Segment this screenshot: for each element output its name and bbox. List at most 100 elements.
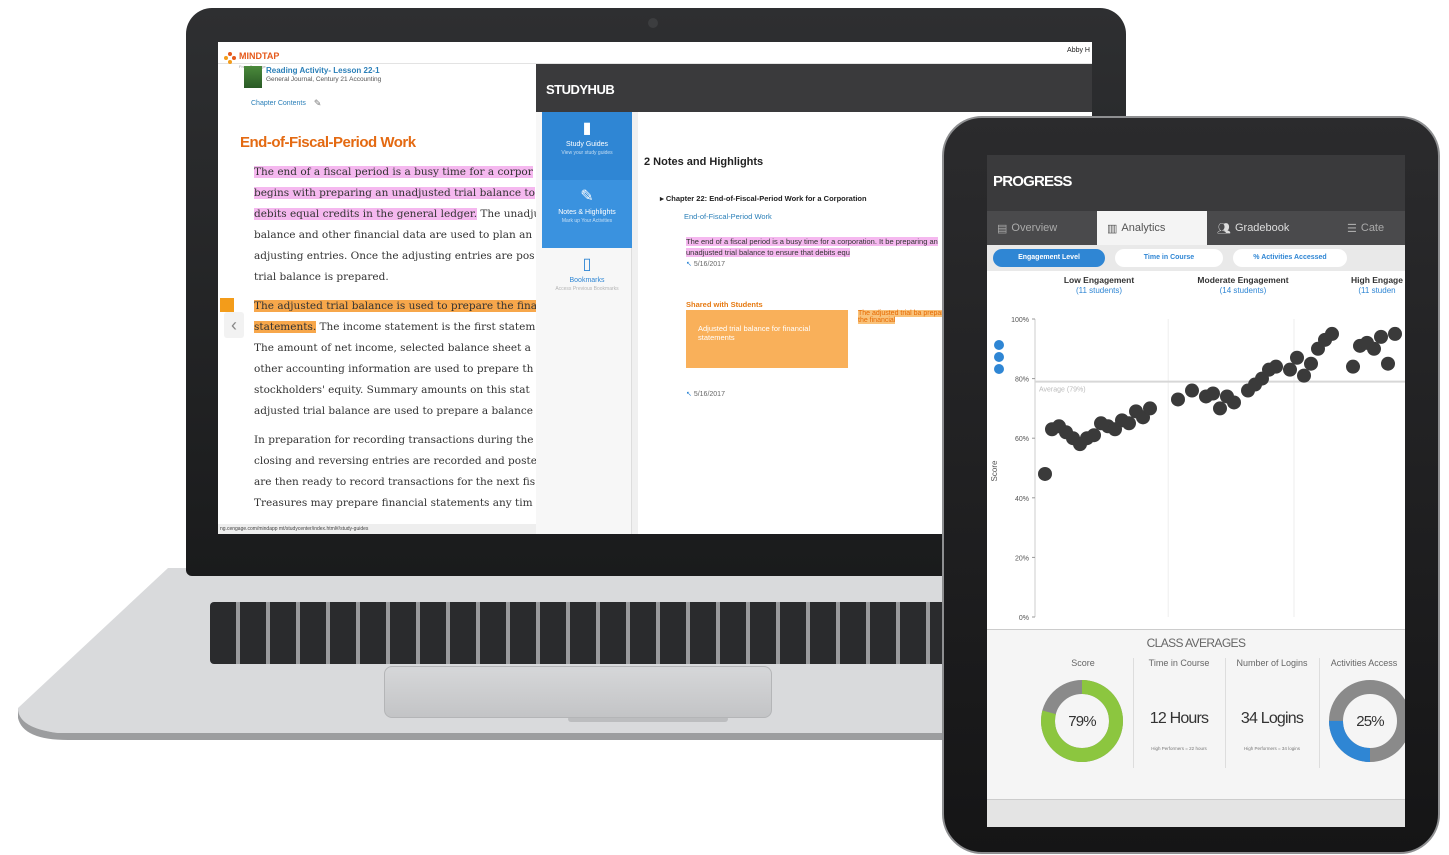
student-point bbox=[1367, 341, 1381, 356]
user-name[interactable]: Abby H bbox=[1067, 47, 1090, 54]
student-point bbox=[1297, 368, 1311, 383]
group-name: High Engage bbox=[1351, 275, 1403, 285]
date-text: 5/16/2017 bbox=[693, 391, 725, 398]
previous-page-button[interactable]: ‹ bbox=[224, 312, 244, 338]
arrow-icon[interactable]: ↖ bbox=[686, 391, 692, 398]
pill-time-in-course[interactable]: Time in Course bbox=[1115, 249, 1223, 267]
avg-logins: Number of Logins 34 Logins High Performe… bbox=[1227, 658, 1317, 751]
tab-analytics[interactable]: ▥ Analytics bbox=[1097, 211, 1207, 245]
tab-overview[interactable]: ▤ Overview bbox=[987, 211, 1097, 245]
class-averages-title: CLASS AVERAGES bbox=[1146, 636, 1246, 650]
avg-perf: High Performers = 34 logins bbox=[1244, 746, 1300, 751]
student-point bbox=[1290, 350, 1304, 365]
pill-activities-accessed[interactable]: % Activities Accessed bbox=[1233, 249, 1347, 267]
nav-study-guides[interactable]: ▮ Study Guides View your study guides bbox=[542, 112, 632, 180]
nav-label: Study Guides bbox=[565, 141, 609, 148]
pen-icon: ✎ bbox=[580, 188, 594, 205]
tab-gradebook[interactable]: 👥︎ Gradebook bbox=[1207, 211, 1337, 245]
student-point bbox=[1213, 401, 1227, 416]
avg-label: Number of Logins bbox=[1236, 658, 1308, 668]
analytics-subtabs: Engagement Level Time in Course % Activi… bbox=[987, 245, 1405, 271]
logo-mark-icon bbox=[224, 51, 236, 64]
shared-note-card[interactable]: Adjusted trial balance for financial sta… bbox=[686, 310, 848, 368]
lesson-title[interactable]: Reading Activity- Lesson 22-1 bbox=[266, 66, 381, 75]
note-date-1: ↖ 5/16/2017 bbox=[686, 260, 725, 268]
group-count: (11 studen bbox=[1358, 286, 1395, 295]
lesson-thumbnail bbox=[244, 66, 262, 88]
avg-value: 34 Logins bbox=[1240, 710, 1304, 727]
chapter-contents-link[interactable]: Chapter Contents ✎ bbox=[251, 98, 321, 109]
nav-label: Notes & Highlights bbox=[558, 209, 616, 216]
chapter-title: ▸ Chapter 22: End-of-Fiscal-Period Work … bbox=[660, 194, 867, 203]
date-text: 5/16/2017 bbox=[693, 261, 725, 268]
activities-value: 25% bbox=[1356, 712, 1384, 730]
tab-label: Gradebook bbox=[1234, 222, 1290, 234]
student-point bbox=[1227, 395, 1241, 410]
student-point bbox=[1122, 416, 1136, 431]
student-point bbox=[1038, 466, 1052, 481]
tab-label: Overview bbox=[1011, 222, 1058, 234]
pill-engagement-level[interactable]: Engagement Level bbox=[993, 249, 1105, 267]
progress-title: PROGRESS bbox=[987, 155, 1405, 211]
highlight-note[interactable]: The end of a fiscal period is a busy tim… bbox=[686, 236, 946, 258]
keyboard bbox=[210, 602, 950, 664]
notes-title: 2 Notes and Highlights bbox=[644, 156, 764, 168]
student-point bbox=[1087, 428, 1101, 443]
note-flag-icon[interactable] bbox=[220, 298, 234, 312]
trackpad[interactable] bbox=[384, 666, 772, 718]
y-tick-label: 20% bbox=[1015, 555, 1029, 562]
student-point bbox=[1381, 356, 1395, 371]
shared-snippet: The adjusted trial ba prepare the financ… bbox=[858, 310, 948, 324]
avg-label: Score bbox=[1071, 658, 1095, 668]
analytics-icon: ▥ bbox=[1107, 222, 1118, 235]
student-point bbox=[1283, 362, 1297, 377]
note-date-2: ↖ 5/16/2017 bbox=[686, 390, 725, 398]
section-link[interactable]: End-of-Fiscal-Period Work bbox=[684, 212, 772, 221]
avg-time: Time in Course 12 Hours High Performers … bbox=[1134, 658, 1224, 751]
tab-categories[interactable]: ☰ Cate bbox=[1337, 211, 1405, 245]
nav-sub: Access Previous Bookmarks bbox=[555, 286, 619, 292]
overview-icon: ▤ bbox=[997, 222, 1008, 235]
y-tick-label: 100% bbox=[1011, 317, 1029, 324]
status-url: ng.cengage.com/mindapp mt/studycenter/in… bbox=[218, 524, 536, 534]
avg-label: Time in Course bbox=[1148, 658, 1210, 668]
avg-label: Activities Access bbox=[1330, 658, 1398, 668]
studyhub-title: STUDYHUB bbox=[536, 64, 1092, 112]
users-icon: 👥︎ bbox=[1217, 222, 1231, 235]
highlight-note-text: The end of a fiscal period is a busy tim… bbox=[686, 237, 938, 257]
y-tick-label: 60% bbox=[1015, 436, 1029, 443]
engagement-scatter-chart: 100% 80% 60% 40% 20% 0% Average (79%) Score Low … bbox=[987, 271, 1405, 629]
chapter-contents-label[interactable]: Chapter Contents bbox=[251, 100, 306, 107]
student-point bbox=[1171, 392, 1185, 407]
bookmark-icon: ▯ bbox=[582, 256, 592, 273]
nav-sub: Mark up Your Activities bbox=[561, 218, 613, 224]
score-value: 79% bbox=[1068, 712, 1096, 730]
average-label: Average (79%) bbox=[1039, 387, 1086, 394]
arrow-icon[interactable]: ↖ bbox=[686, 261, 692, 268]
pencil-icon[interactable]: ✎ bbox=[314, 98, 322, 109]
student-point bbox=[1346, 359, 1360, 374]
nav-bookmarks[interactable]: ▯ Bookmarks Access Previous Bookmarks bbox=[542, 248, 632, 316]
chapter-title-text[interactable]: Chapter 22: End-of-Fiscal-Period Work fo… bbox=[666, 194, 867, 203]
zoom-in-icon bbox=[994, 340, 1004, 350]
y-axis-label: Score bbox=[990, 460, 999, 481]
tablet-device: PROGRESS ▤ Overview ▥ Analytics 👥︎ Gradeboo… bbox=[942, 116, 1440, 854]
y-tick-label: 40% bbox=[1015, 496, 1029, 503]
brand-name: MINDTAP bbox=[239, 51, 280, 61]
lesson-header[interactable]: Reading Activity- Lesson 22-1 General Jo… bbox=[244, 66, 381, 92]
nav-sub: View your study guides bbox=[561, 150, 613, 156]
book-icon: ▮ bbox=[582, 120, 592, 137]
nav-notes-highlights[interactable]: ✎ Notes & Highlights Mark up Your Activi… bbox=[542, 180, 632, 248]
divider bbox=[1319, 658, 1320, 768]
paragraph-3: In preparation for recording transaction… bbox=[254, 434, 537, 509]
paragraph-2: The adjusted trial balance is used to pr… bbox=[254, 296, 544, 422]
student-point bbox=[1143, 401, 1157, 416]
group-name: Low Engagement bbox=[1064, 275, 1135, 285]
sliders-icon: ☰ bbox=[1347, 222, 1357, 235]
top-bar: MINDTAP From Cengage Abby H bbox=[218, 42, 1092, 69]
progress-tabs: ▤ Overview ▥ Analytics 👥︎ Gradebook ☰ Cate bbox=[987, 211, 1405, 245]
avg-score: Score bbox=[1037, 658, 1129, 668]
zoom-reset-icon bbox=[994, 364, 1004, 374]
section-heading: End-of-Fiscal-Period Work bbox=[240, 134, 416, 151]
student-point bbox=[1374, 329, 1388, 344]
